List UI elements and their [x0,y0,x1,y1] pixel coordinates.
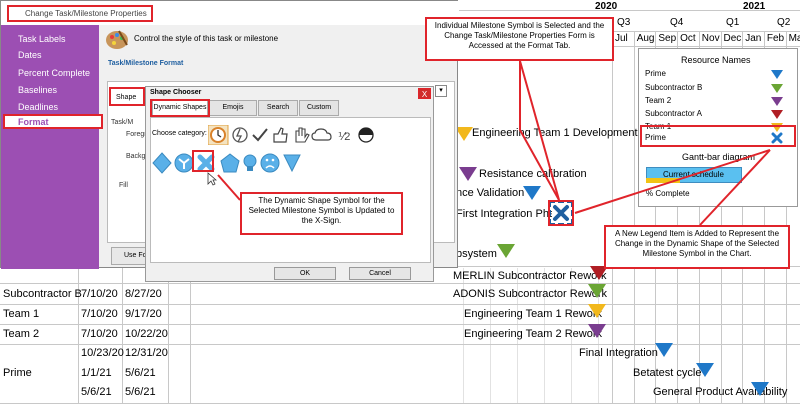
callout-connectors [217,60,771,226]
